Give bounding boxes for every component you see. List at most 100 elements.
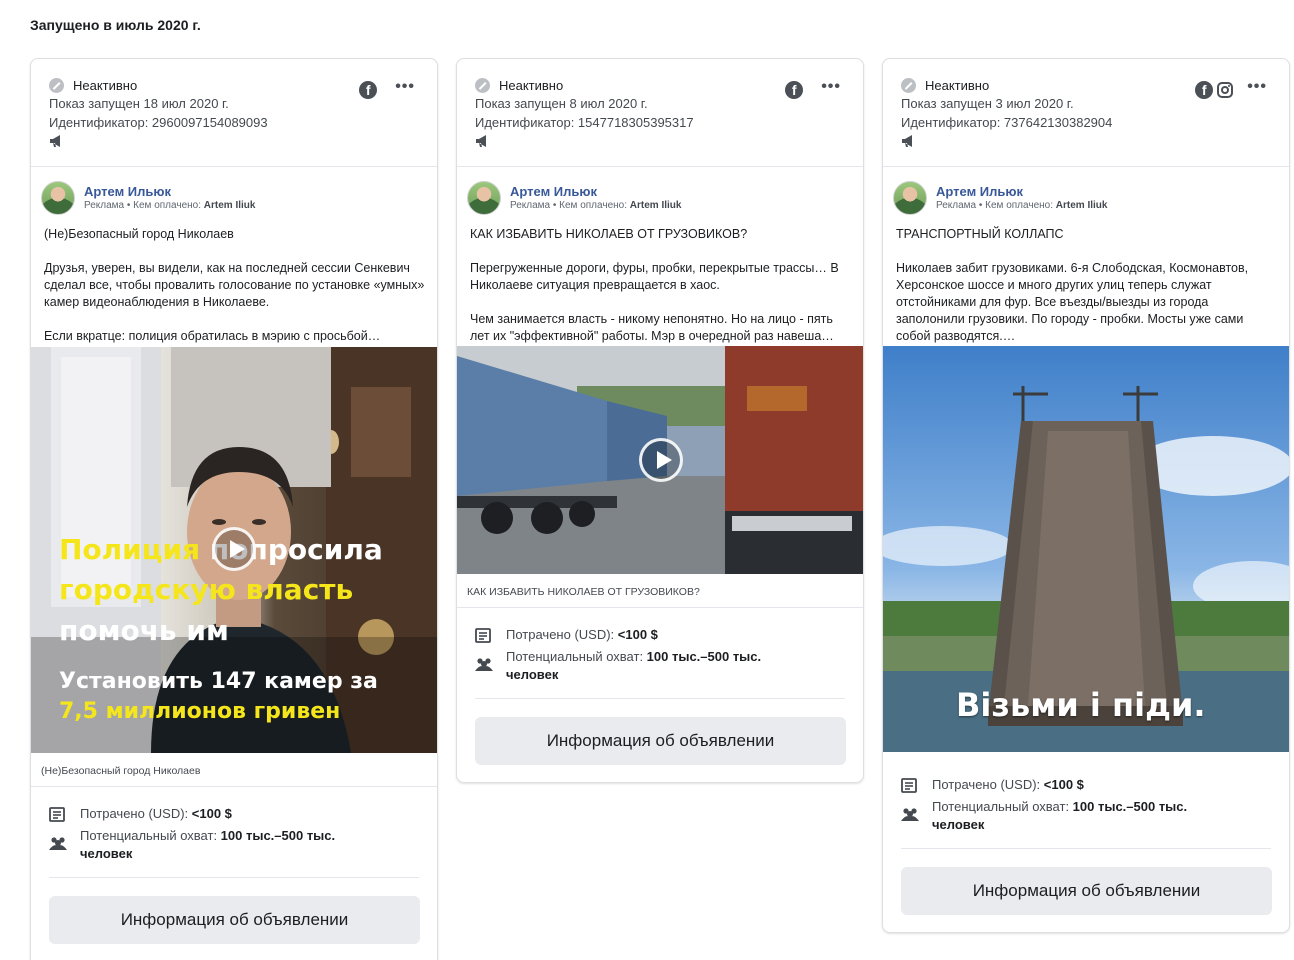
status-label: Неактивно bbox=[499, 77, 564, 93]
megaphone-icon bbox=[50, 135, 60, 147]
spent-stat: Потрачено (USD): <100 $ bbox=[475, 626, 845, 644]
ad-title: ТРАНСПОРТНЫЙ КОЛЛАПС bbox=[896, 227, 1064, 241]
ad-body: (Не)Безопасный город Николаев Друзья, ув… bbox=[31, 226, 437, 346]
people-icon bbox=[901, 808, 919, 821]
media-caption: КАК ИЗБАВИТЬ НИКОЛАЕВ ОТ ГРУЗОВИКОВ? bbox=[457, 574, 863, 608]
ad-card-header: Неактивно Показ запущен 8 июл 2020 г. Ид… bbox=[457, 59, 863, 167]
sponsored-line: Реклама • Кем оплачено: Artem Iliuk bbox=[84, 199, 255, 212]
paid-by: Artem Iliuk bbox=[203, 200, 256, 211]
advertiser-name[interactable]: Артем Ильюк bbox=[84, 184, 255, 199]
ad-details-button[interactable]: Информация об объявлении bbox=[475, 717, 846, 765]
spent-label: Потрачено (USD): bbox=[932, 777, 1044, 792]
reach-label: Потенциальный охват: bbox=[80, 828, 221, 843]
ad-paragraph: Николаев забит грузовиками. 6-я Слободск… bbox=[896, 261, 1249, 343]
people-icon bbox=[49, 837, 67, 850]
inactive-status-icon bbox=[49, 77, 64, 93]
divider bbox=[901, 848, 1271, 849]
ad-id: Идентификатор: 737642130382904 bbox=[901, 115, 1113, 130]
more-options-icon[interactable]: ••• bbox=[821, 79, 841, 98]
inactive-status-icon bbox=[475, 77, 490, 93]
sponsored-line: Реклама • Кем оплачено: Artem Iliuk bbox=[936, 199, 1107, 212]
ad-card-header: Неактивно Показ запущен 3 июл 2020 г. Ид… bbox=[883, 59, 1289, 167]
ad-details-button[interactable]: Информация об объявлении bbox=[49, 896, 420, 944]
facebook-icon: f bbox=[359, 81, 378, 99]
reach-stat: Потенциальный охват: 100 тыс.–500 тыс. ч… bbox=[49, 827, 419, 863]
video-overlay-line3: помочь им bbox=[59, 614, 229, 647]
avatar[interactable] bbox=[893, 181, 927, 215]
ad-title: (Не)Безопасный город Николаев bbox=[44, 227, 234, 241]
money-icon bbox=[49, 807, 65, 822]
advertiser-name[interactable]: Артем Ильюк bbox=[936, 184, 1107, 199]
advertiser-row: Артем Ильюк Реклама • Кем оплачено: Arte… bbox=[883, 167, 1289, 219]
ad-video[interactable]: Полиция попросила городскую власть помоч… bbox=[31, 347, 437, 753]
divider bbox=[475, 698, 845, 699]
more-options-icon[interactable]: ••• bbox=[1247, 79, 1267, 98]
ad-paragraph: Чем занимается власть - никому непонятно… bbox=[470, 312, 834, 343]
reach-stat: Потенциальный охват: 100 тыс.–500 тыс. ч… bbox=[901, 798, 1271, 834]
spent-value: <100 $ bbox=[1043, 777, 1084, 792]
money-icon bbox=[475, 628, 491, 643]
ad-paragraph: Если вкратце: полиция обратилась в мэрию… bbox=[44, 329, 381, 343]
paid-by: Artem Iliuk bbox=[1055, 200, 1108, 211]
ad-card: Неактивно Показ запущен 18 июл 2020 г. И… bbox=[30, 58, 438, 960]
video-overlay-line4: Установить 147 камер за bbox=[59, 669, 378, 694]
spent-label: Потрачено (USD): bbox=[506, 627, 618, 642]
overlay-yellow-text: Полиция bbox=[59, 533, 210, 566]
platform-icons: f ••• bbox=[359, 79, 415, 99]
status-label: Неактивно bbox=[925, 77, 990, 93]
divider bbox=[49, 877, 419, 878]
instagram-icon bbox=[1217, 82, 1234, 98]
ad-id: Идентификатор: 1547718305395317 bbox=[475, 115, 694, 130]
ad-body: КАК ИЗБАВИТЬ НИКОЛАЕВ ОТ ГРУЗОВИКОВ? Пер… bbox=[457, 226, 863, 345]
status-label: Неактивно bbox=[73, 77, 138, 93]
advertiser-name[interactable]: Артем Ильюк bbox=[510, 184, 681, 199]
spent-stat: Потрачено (USD): <100 $ bbox=[901, 776, 1271, 794]
paid-by: Artem Iliuk bbox=[629, 200, 682, 211]
ad-body: ТРАНСПОРТНЫЙ КОЛЛАПС Николаев забит груз… bbox=[883, 226, 1289, 345]
spent-value: <100 $ bbox=[617, 627, 658, 642]
sponsored-prefix: Реклама • Кем оплачено: bbox=[84, 200, 201, 211]
avatar[interactable] bbox=[41, 181, 75, 215]
people-icon bbox=[475, 658, 493, 671]
spent-stat: Потрачено (USD): <100 $ bbox=[49, 805, 419, 823]
ad-details-button[interactable]: Информация об объявлении bbox=[901, 867, 1272, 915]
platform-icons: f ••• bbox=[1195, 79, 1267, 99]
sponsored-line: Реклама • Кем оплачено: Artem Iliuk bbox=[510, 199, 681, 212]
ad-paragraph: Друзья, уверен, вы видели, как на послед… bbox=[44, 261, 425, 309]
ad-card-header: Неактивно Показ запущен 18 июл 2020 г. И… bbox=[31, 59, 437, 167]
play-icon[interactable] bbox=[639, 438, 683, 482]
ad-title: КАК ИЗБАВИТЬ НИКОЛАЕВ ОТ ГРУЗОВИКОВ? bbox=[470, 227, 748, 241]
advertiser-row: Артем Ильюк Реклама • Кем оплачено: Arte… bbox=[31, 167, 437, 219]
ad-stats: Потрачено (USD): <100 $ Потенциальный ох… bbox=[31, 787, 437, 944]
ad-id: Идентификатор: 2960097154089093 bbox=[49, 115, 268, 130]
ad-video[interactable] bbox=[457, 346, 863, 574]
sponsored-prefix: Реклама • Кем оплачено: bbox=[510, 200, 627, 211]
megaphone-icon bbox=[902, 135, 912, 147]
ad-card: Неактивно Показ запущен 3 июл 2020 г. Ид… bbox=[882, 58, 1290, 933]
spent-value: <100 $ bbox=[191, 806, 232, 821]
image-overlay-text: Візьми і піди. bbox=[956, 686, 1206, 724]
platform-icons: f ••• bbox=[785, 79, 841, 99]
ad-paragraph: Перегруженные дороги, фуры, пробки, пере… bbox=[470, 261, 839, 292]
more-options-icon[interactable]: ••• bbox=[395, 79, 415, 98]
reach-label: Потенциальный охват: bbox=[506, 649, 647, 664]
media-caption: (Не)Безопасный город Николаев bbox=[31, 753, 437, 787]
advertiser-row: Артем Ильюк Реклама • Кем оплачено: Arte… bbox=[457, 167, 863, 219]
money-icon bbox=[901, 778, 917, 793]
video-overlay-line2: городскую власть bbox=[59, 573, 354, 606]
play-icon[interactable] bbox=[212, 527, 256, 571]
inactive-status-icon bbox=[901, 77, 916, 93]
megaphone-icon bbox=[476, 135, 486, 147]
avatar[interactable] bbox=[467, 181, 501, 215]
facebook-icon: f bbox=[1195, 81, 1214, 99]
reach-stat: Потенциальный охват: 100 тыс.–500 тыс. ч… bbox=[475, 648, 845, 684]
section-title: Запущено в июль 2020 г. bbox=[30, 17, 201, 33]
sponsored-prefix: Реклама • Кем оплачено: bbox=[936, 200, 1053, 211]
ad-stats: Потрачено (USD): <100 $ Потенциальный ох… bbox=[457, 608, 863, 765]
facebook-icon: f bbox=[785, 81, 804, 99]
spent-label: Потрачено (USD): bbox=[80, 806, 192, 821]
ad-card: Неактивно Показ запущен 8 июл 2020 г. Ид… bbox=[456, 58, 864, 783]
ad-stats: Потрачено (USD): <100 $ Потенциальный ох… bbox=[883, 752, 1289, 915]
video-overlay-line5: 7,5 миллионов гривен bbox=[59, 699, 341, 724]
ad-image[interactable]: Візьми і піди. bbox=[883, 346, 1289, 752]
